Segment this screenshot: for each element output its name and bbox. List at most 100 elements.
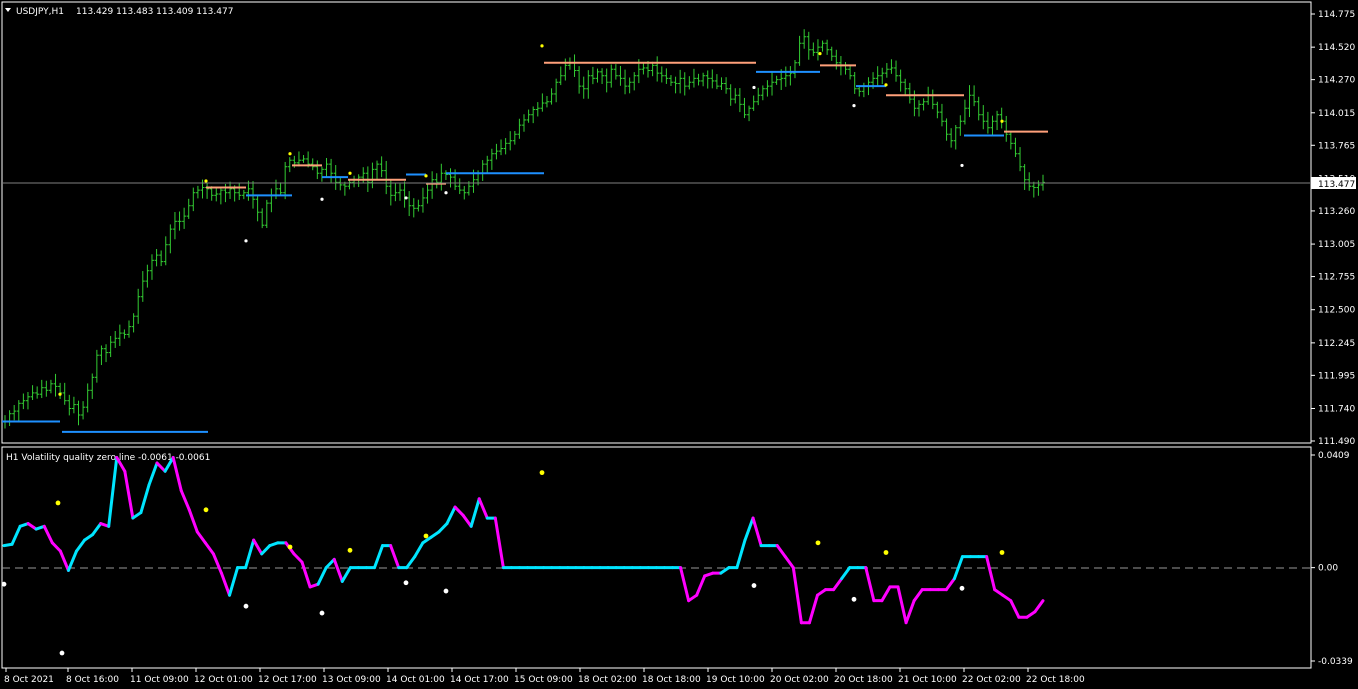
price-tick-label: 111.490 bbox=[1318, 437, 1355, 447]
time-tick-label: 14 Oct 01:00 bbox=[386, 675, 445, 685]
vq-segment bbox=[413, 541, 425, 559]
indicator-dot bbox=[815, 540, 821, 546]
vq-segment bbox=[493, 516, 505, 570]
vq-segment bbox=[147, 461, 159, 487]
vq-segment bbox=[743, 516, 755, 542]
indicator-dot bbox=[851, 596, 857, 602]
time-tick-label: 22 Oct 02:00 bbox=[962, 675, 1021, 685]
signal-dots bbox=[58, 44, 1004, 396]
time-tick-label: 14 Oct 17:00 bbox=[450, 675, 509, 685]
price-panel-frame bbox=[1, 1, 1312, 444]
vq-segment bbox=[324, 557, 336, 570]
signal-dot bbox=[818, 52, 822, 56]
vq-segment bbox=[139, 483, 151, 515]
price-tick-label: 114.775 bbox=[1318, 10, 1355, 20]
indicator-dot bbox=[55, 500, 61, 506]
vq-segment bbox=[389, 544, 401, 570]
vq-segment bbox=[864, 566, 876, 603]
chevron-down-icon[interactable] bbox=[5, 8, 11, 12]
vq-segment bbox=[187, 508, 199, 534]
time-tick-label: 12 Oct 01:00 bbox=[194, 675, 253, 685]
vq-segment bbox=[244, 538, 256, 570]
vq-segment bbox=[912, 588, 924, 603]
vq-segment bbox=[300, 560, 312, 589]
vq-segment bbox=[123, 469, 135, 520]
signal-dot bbox=[1000, 119, 1004, 123]
sr-levels bbox=[2, 61, 1048, 433]
signal-dot bbox=[852, 104, 856, 108]
price-tick-label: 114.270 bbox=[1318, 76, 1355, 86]
indicator-tick-label: -0.0339 bbox=[1318, 657, 1353, 667]
time-tick-label: 22 Oct 18:00 bbox=[1026, 675, 1085, 685]
time-tick-label: 19 Oct 10:00 bbox=[706, 675, 765, 685]
indicator-label: H1 Volatility quality zero line -0.0061 … bbox=[6, 453, 210, 463]
time-tick-label: 21 Oct 10:00 bbox=[898, 675, 957, 685]
vq-segment bbox=[372, 544, 385, 570]
indicator-axis: 0.0409 0.00 -0.0339 bbox=[1311, 451, 1353, 667]
vq-segment bbox=[332, 557, 344, 583]
vq-segment bbox=[219, 571, 232, 597]
current-price-label: 113.477 bbox=[1318, 180, 1355, 190]
indicator-dot bbox=[59, 650, 65, 656]
vq-segment bbox=[195, 530, 207, 545]
signal-dot bbox=[424, 174, 428, 178]
ohlc-values: 113.429 113.483 113.409 113.477 bbox=[76, 7, 233, 17]
price-axis: 114.775114.520114.270114.015113.765113.5… bbox=[1311, 10, 1355, 447]
vq-segment bbox=[316, 566, 328, 586]
signal-dot bbox=[58, 392, 62, 396]
vq-segment bbox=[74, 538, 87, 553]
indicator-dot bbox=[403, 580, 409, 586]
signal-dot bbox=[204, 179, 208, 183]
indicator-dot bbox=[203, 507, 209, 513]
signal-dot bbox=[444, 191, 448, 195]
vq-segment bbox=[832, 577, 844, 592]
indicator-dot bbox=[243, 603, 249, 609]
price-tick-label: 114.520 bbox=[1318, 43, 1355, 53]
vq-segment bbox=[679, 566, 691, 603]
vq-segment bbox=[203, 541, 215, 556]
vq-segment bbox=[477, 497, 489, 520]
price-tick-label: 114.015 bbox=[1318, 109, 1355, 119]
vq-segment bbox=[783, 555, 795, 570]
vq-segment bbox=[880, 585, 892, 603]
vq-segment bbox=[461, 513, 473, 528]
price-tick-label: 113.765 bbox=[1318, 141, 1355, 151]
indicator-dot bbox=[319, 610, 325, 616]
price-tick-label: 111.995 bbox=[1318, 371, 1355, 381]
vq-series bbox=[2, 455, 1045, 625]
time-tick-label: 11 Oct 09:00 bbox=[130, 675, 189, 685]
indicator-panel-frame bbox=[1, 446, 1312, 669]
indicator-dot bbox=[347, 547, 353, 553]
vq-segment bbox=[735, 538, 747, 570]
indicator-dot bbox=[443, 588, 449, 594]
symbol-label: USDJPY,H1 bbox=[16, 7, 64, 17]
vq-segment bbox=[840, 566, 852, 581]
vq-segment bbox=[260, 544, 272, 556]
indicator-dot bbox=[883, 550, 889, 555]
vq-segment bbox=[445, 505, 457, 526]
indicator-dot bbox=[287, 544, 293, 550]
time-tick-label: 18 Oct 02:00 bbox=[578, 675, 637, 685]
vq-segment bbox=[695, 574, 707, 597]
vq-segment bbox=[453, 505, 465, 517]
indicator-dot bbox=[751, 583, 757, 588]
price-tick-label: 111.740 bbox=[1318, 405, 1355, 415]
price-series bbox=[3, 29, 1045, 429]
indicator-tick-label: 0.00 bbox=[1318, 564, 1338, 574]
vq-segment bbox=[405, 555, 417, 570]
vq-segment bbox=[437, 522, 449, 534]
signal-dot bbox=[540, 44, 544, 48]
vq-segment bbox=[91, 522, 103, 537]
vq-segment bbox=[50, 541, 62, 553]
time-tick-label: 12 Oct 17:00 bbox=[258, 675, 317, 685]
signal-dot bbox=[348, 171, 352, 175]
signal-dot bbox=[752, 85, 756, 90]
time-tick-label: 20 Oct 02:00 bbox=[770, 675, 829, 685]
vq-segment bbox=[228, 566, 240, 597]
vq-segment bbox=[775, 544, 787, 559]
vq-segment bbox=[1009, 599, 1021, 619]
vq-segment bbox=[179, 489, 191, 512]
signal-dot bbox=[884, 83, 888, 87]
vq-segment bbox=[42, 524, 54, 545]
vq-segment bbox=[807, 593, 819, 625]
